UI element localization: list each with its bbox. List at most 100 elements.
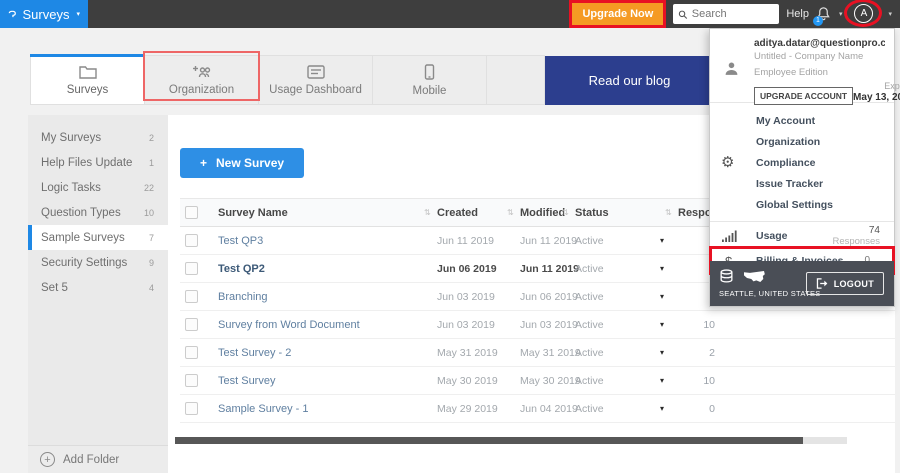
survey-name-link[interactable]: Test QP2 [210, 263, 437, 275]
expires-label: Expires [884, 81, 900, 91]
sidebar-items: My Surveys 2 Help Files Update 1 Logic T… [28, 115, 168, 300]
status-caret-icon[interactable]: ▾ [657, 376, 685, 385]
sidebar-item-label: Logic Tasks [41, 181, 101, 194]
row-checkbox[interactable] [185, 374, 198, 387]
tab-surveys[interactable]: Surveys [30, 54, 145, 104]
account-info-section: aditya.datar@questionpro.c... Untitled -… [710, 29, 900, 105]
avatar[interactable]: A [844, 0, 883, 27]
read-blog-banner[interactable]: Read our blog [545, 56, 714, 105]
tab-organization[interactable]: Organization [143, 51, 260, 104]
tab-usage-dashboard[interactable]: Usage Dashboard [259, 56, 373, 104]
account-menu-item[interactable]: My Account [756, 110, 894, 131]
folder-icon [78, 65, 97, 79]
sidebar-item-label: Question Types [41, 206, 121, 219]
account-company: Untitled - Company Name [754, 51, 864, 62]
modified-date: Jun 11 2019 [520, 234, 578, 247]
tab-bar: Surveys Organization Usage Dashboard Mob… [30, 51, 545, 105]
account-menu-item[interactable]: Organization [756, 131, 894, 152]
table-row[interactable]: Survey from Word Document Jun 03 2019 Ju… [180, 311, 895, 339]
horizontal-scrollbar[interactable] [175, 437, 847, 444]
row-checkbox[interactable] [185, 346, 198, 359]
survey-name-link[interactable]: Sample Survey - 1 [210, 403, 437, 415]
chevron-down-icon[interactable]: ▾ [888, 10, 892, 18]
usage-value: 74 [868, 225, 880, 236]
sidebar-item-label: Help Files Update [41, 156, 133, 169]
status-caret-icon[interactable]: ▾ [657, 264, 685, 273]
chevron-down-icon[interactable]: ▾ [839, 10, 843, 18]
sort-icon[interactable]: ⇅ [424, 208, 431, 217]
sidebar-item[interactable]: Logic Tasks 22 [28, 175, 168, 200]
logout-icon [816, 278, 828, 289]
notifications-bell-icon[interactable]: 1 [812, 6, 832, 26]
help-link[interactable]: Help [786, 8, 809, 20]
sidebar-item-label: Sample Surveys [41, 231, 125, 244]
search-input[interactable] [691, 8, 775, 20]
sidebar: My Surveys 2 Help Files Update 1 Logic T… [28, 115, 168, 473]
add-folder-button[interactable]: + Add Folder [28, 445, 168, 473]
modified-date: Jun 11 2019 [520, 262, 579, 275]
sidebar-item[interactable]: My Surveys 2 [28, 125, 168, 150]
status-value: Active [575, 402, 604, 415]
sidebar-item-count: 9 [148, 257, 154, 268]
tab-label: Mobile [412, 84, 447, 97]
account-menu: ⚙ My Account Organization Compliance Issue … [710, 103, 894, 222]
sidebar-item-count: 2 [148, 132, 154, 143]
sort-icon[interactable]: ⇅ [507, 208, 514, 217]
table-row[interactable]: Sample Survey - 1 May 29 2019 Jun 04 201… [180, 395, 895, 423]
created-date: Jun 11 2019 [437, 234, 495, 247]
row-checkbox[interactable] [185, 318, 198, 331]
sidebar-item[interactable]: Question Types 10 [28, 200, 168, 225]
row-checkbox[interactable] [185, 262, 198, 275]
response-count: 10 [703, 318, 715, 331]
account-menu-item[interactable]: Issue Tracker [756, 173, 894, 194]
people-plus-icon [192, 65, 210, 77]
table-row[interactable]: Test Survey May 30 2019 May 30 2019 Acti… [180, 367, 895, 395]
survey-name-link[interactable]: Test Survey [210, 375, 437, 387]
status-caret-icon[interactable]: ▾ [657, 348, 685, 357]
sidebar-item-label: Security Settings [41, 256, 128, 269]
status-caret-icon[interactable]: ▾ [657, 320, 685, 329]
bar-chart-icon [722, 230, 737, 243]
new-survey-button[interactable]: + New Survey [180, 148, 305, 178]
survey-name-link[interactable]: Test Survey - 2 [210, 347, 437, 359]
col-status[interactable]: ⇅ Status [562, 207, 657, 219]
sidebar-item-count: 7 [148, 232, 154, 243]
row-checkbox[interactable] [185, 402, 198, 415]
survey-name-link[interactable]: Survey from Word Document [210, 319, 437, 331]
usage-row[interactable]: Usage 74 Responses [710, 222, 894, 248]
account-menu-item[interactable]: Compliance [756, 152, 894, 173]
status-caret-icon[interactable]: ▾ [657, 292, 685, 301]
sort-icon[interactable]: ⇅ [562, 208, 569, 217]
status-value: Active [575, 346, 604, 359]
row-checkbox[interactable] [185, 290, 198, 303]
row-checkbox[interactable] [185, 234, 198, 247]
sidebar-item[interactable]: Sample Surveys 7 [28, 225, 168, 250]
status-caret-icon[interactable]: ▾ [657, 236, 685, 245]
col-survey-name[interactable]: Survey Name [210, 207, 437, 219]
table-row[interactable]: Test Survey - 2 May 31 2019 May 31 2019 … [180, 339, 895, 367]
survey-name-link[interactable]: Test QP3 [210, 235, 437, 247]
select-all-checkbox[interactable] [185, 206, 198, 219]
col-response[interactable]: ⇅ Response [665, 207, 731, 219]
account-menu-item[interactable]: Global Settings [756, 194, 894, 215]
product-menu[interactable]: Surveys ▾ [0, 0, 88, 28]
upgrade-now-button[interactable]: Upgrade Now [572, 3, 664, 25]
status-caret-icon[interactable]: ▾ [657, 404, 685, 413]
sidebar-item[interactable]: Security Settings 9 [28, 250, 168, 275]
status-value: Active [575, 234, 604, 247]
sort-icon[interactable]: ⇅ [665, 208, 672, 217]
sidebar-item[interactable]: Help Files Update 1 [28, 150, 168, 175]
account-edition: Employee Edition [754, 67, 828, 78]
questionpro-logo-icon [8, 10, 16, 17]
search-box[interactable] [673, 4, 780, 24]
usage-unit: Responses [832, 235, 880, 247]
logout-button[interactable]: LOGOUT [805, 272, 884, 295]
survey-name-link[interactable]: Branching [210, 291, 437, 303]
notification-badge: 1 [812, 15, 823, 26]
plus-circle-icon: + [40, 452, 55, 467]
tab-mobile[interactable]: Mobile [373, 56, 487, 104]
database-icon [720, 268, 733, 283]
scrollbar-thumb[interactable] [175, 437, 803, 444]
mobile-icon [424, 63, 435, 80]
sidebar-item[interactable]: Set 5 4 [28, 275, 168, 300]
